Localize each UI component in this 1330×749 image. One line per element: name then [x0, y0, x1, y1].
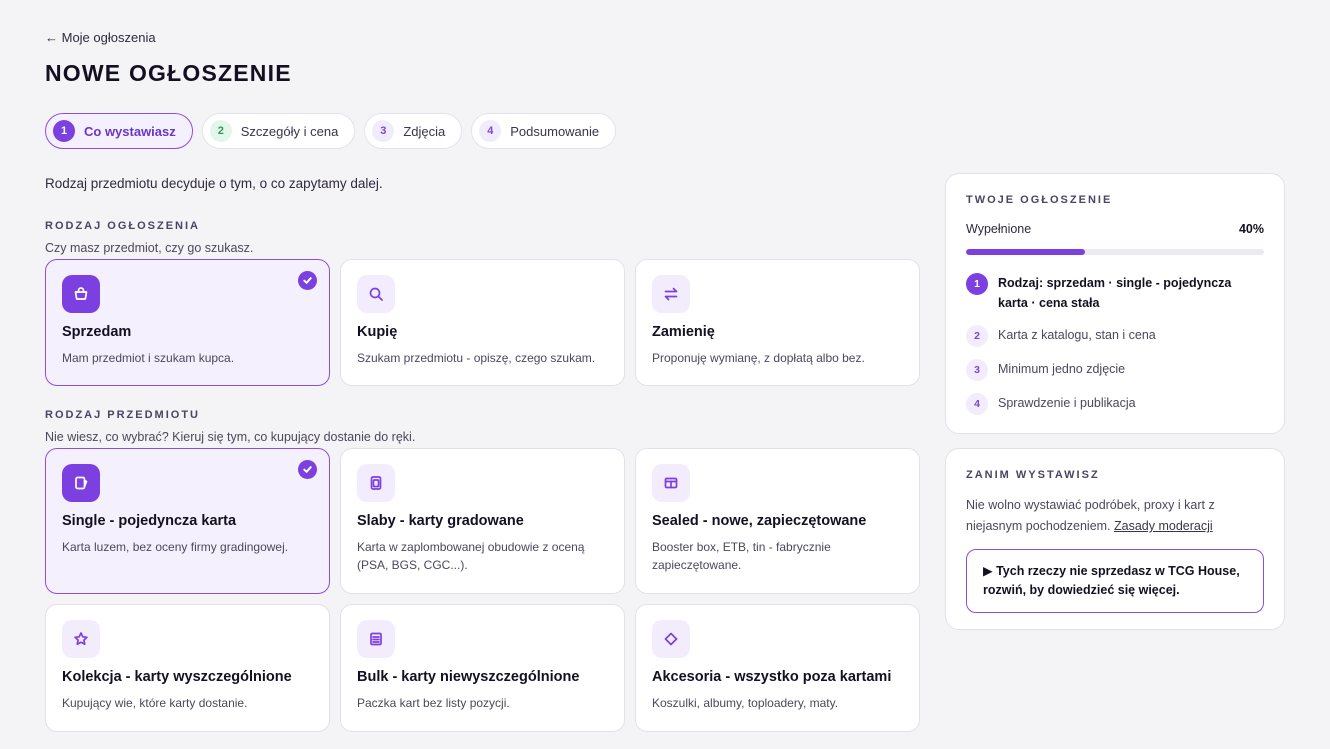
progress-bar [966, 249, 1264, 255]
option-kolekcja[interactable]: Kolekcja - karty wyszczególnione Kupując… [45, 604, 330, 732]
option-title: Kolekcja - karty wyszczególnione [62, 669, 292, 685]
stack-icon [357, 620, 395, 658]
before-body: Nie wolno wystawiać podróbek, proxy i ka… [966, 495, 1264, 537]
intro-text: Rodzaj przedmiotu decyduje o tym, o co z… [45, 176, 383, 191]
slab-icon [357, 464, 395, 502]
diamond-icon [652, 620, 690, 658]
checklist-text: Karta z katalogu, stan i cena [998, 328, 1156, 342]
checklist-number: 4 [966, 393, 988, 415]
moderation-rules-link[interactable]: Zasady moderacji [1114, 519, 1213, 533]
star-icon [62, 620, 100, 658]
item-type-hint: Nie wiesz, co wybrać? Kieruj się tym, co… [45, 430, 416, 444]
step-number: 2 [209, 120, 232, 142]
option-title: Bulk - karty niewyszczególnione [357, 669, 580, 685]
back-link[interactable]: ← Moje ogłoszenia [45, 30, 156, 45]
swap-icon [652, 275, 690, 313]
option-sprzedam[interactable]: Sprzedam Mam przedmiot i szukam kupca. [45, 259, 330, 386]
listing-type-grid: Sprzedam Mam przedmiot i szukam kupca. K… [45, 259, 920, 386]
option-bulk[interactable]: Bulk - karty niewyszczególnione Paczka k… [340, 604, 625, 732]
option-title: Single - pojedyncza karta [62, 513, 237, 529]
step-co-wystawiasz[interactable]: 1 Co wystawiasz [45, 113, 193, 149]
option-desc: Proponuję wymianę, z dopłatą albo bez. [652, 351, 865, 365]
card-icon [62, 464, 100, 502]
checklist-number: 1 [966, 273, 988, 295]
summary-title: TWOJE OGŁOSZENIE [966, 194, 1113, 206]
step-label: Zdjęcia [403, 123, 446, 139]
option-title: Sealed - nowe, zapieczętowane [652, 513, 867, 529]
option-title: Zamienię [652, 324, 715, 340]
checklist-number: 2 [966, 325, 988, 347]
option-desc: Karta luzem, bez oceny firmy gradingowej… [62, 540, 289, 554]
option-single[interactable]: Single - pojedyncza karta Karta luzem, b… [45, 448, 330, 594]
checklist-text: Sprawdzenie i publikacja [998, 396, 1136, 410]
option-desc: Karta w zaplombowanej obudowie z oceną (… [357, 540, 585, 572]
before-panel: ZANIM WYSTAWISZ Nie wolno wystawiać podr… [945, 448, 1285, 630]
step-label: Szczegóły i cena [240, 123, 339, 139]
option-title: Kupię [357, 324, 398, 340]
step-number: 3 [372, 120, 395, 142]
checklist-text: Rodzaj: sprzedam · single - pojedyncza k… [998, 276, 1232, 310]
listing-type-hint: Czy masz przedmiot, czy go szukasz. [45, 241, 254, 255]
option-title: Sprzedam [62, 324, 132, 340]
progress-fill [966, 249, 1086, 255]
basket-icon [62, 275, 100, 313]
checklist-text: Minimum jedno zdjęcie [998, 362, 1126, 376]
checklist-item: 1 Rodzaj: sprzedam · single - pojedyncza… [966, 273, 1264, 313]
step-label: Co wystawiasz [84, 123, 176, 139]
checklist-item: 4 Sprawdzenie i publikacja [966, 393, 1264, 415]
box-icon [652, 464, 690, 502]
progress-value: 40% [1238, 222, 1264, 236]
checklist-item: 2 Karta z katalogu, stan i cena [966, 325, 1264, 347]
summary-panel: TWOJE OGŁOSZENIE Wypełnione 40% 1 Rodzaj… [945, 173, 1285, 434]
option-title: Slaby - karty gradowane [357, 513, 524, 529]
item-type-grid: Single - pojedyncza karta Karta luzem, b… [45, 448, 920, 732]
option-desc: Paczka kart bez listy pozycji. [357, 696, 510, 710]
option-desc: Szukam przedmiotu - opiszę, czego szukam… [357, 351, 596, 365]
search-icon [357, 275, 395, 313]
check-icon [298, 271, 317, 290]
option-title: Akcesoria - wszystko poza kartami [652, 669, 892, 685]
checklist: 1 Rodzaj: sprzedam · single - pojedyncza… [966, 273, 1264, 415]
option-slaby[interactable]: Slaby - karty gradowane Karta w zaplombo… [340, 448, 625, 594]
option-desc: Koszulki, albumy, toploadery, maty. [652, 696, 839, 710]
checklist-number: 3 [966, 359, 988, 381]
progress-row: Wypełnione 40% [966, 222, 1264, 236]
step-number: 4 [479, 120, 502, 142]
checklist-item: 3 Minimum jedno zdjęcie [966, 359, 1264, 381]
check-icon [298, 460, 317, 479]
listing-type-label: RODZAJ OGŁOSZENIA [45, 220, 201, 232]
item-type-label: RODZAJ PRZEDMIOTU [45, 409, 200, 421]
option-kupie[interactable]: Kupię Szukam przedmiotu - opiszę, czego … [340, 259, 625, 386]
option-akcesoria[interactable]: Akcesoria - wszystko poza kartami Koszul… [635, 604, 920, 732]
step-podsumowanie[interactable]: 4 Podsumowanie [471, 113, 617, 149]
option-zamienie[interactable]: Zamienię Proponuję wymianę, z dopłatą al… [635, 259, 920, 386]
step-zdjecia[interactable]: 3 Zdjęcia [364, 113, 463, 149]
forbidden-items-toggle[interactable]: ▶ Tych rzeczy nie sprzedasz w TCG House,… [966, 549, 1264, 613]
step-number: 1 [53, 120, 75, 142]
stepper: 1 Co wystawiasz 2 Szczegóły i cena 3 Zdj… [45, 113, 617, 149]
option-desc: Booster box, ETB, tin - fabrycznie zapie… [652, 540, 831, 572]
option-sealed[interactable]: Sealed - nowe, zapieczętowane Booster bo… [635, 448, 920, 594]
before-title: ZANIM WYSTAWISZ [966, 469, 1100, 481]
page-title: NOWE OGŁOSZENIE [45, 60, 292, 86]
step-label: Podsumowanie [510, 123, 600, 139]
progress-label: Wypełnione [966, 222, 1032, 236]
step-szczegoly[interactable]: 2 Szczegóły i cena [201, 113, 356, 149]
option-desc: Kupujący wie, które karty dostanie. [62, 696, 248, 710]
option-desc: Mam przedmiot i szukam kupca. [62, 351, 235, 365]
